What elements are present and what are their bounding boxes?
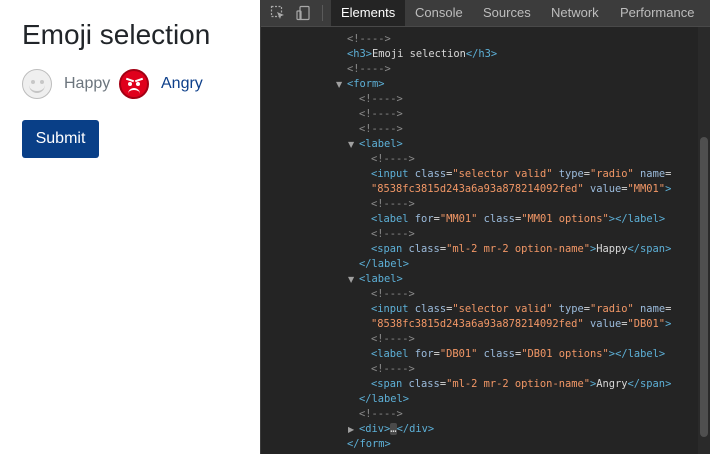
collapse-triangle-icon[interactable]: ▼ [348, 137, 354, 152]
scrollbar-thumb[interactable] [700, 137, 708, 437]
dom-line[interactable]: <!----> [371, 152, 415, 167]
page-content: Emoji selection Happy Angry Submit [0, 0, 260, 454]
dom-line[interactable]: <!----> [371, 287, 415, 302]
angry-face-icon[interactable] [119, 69, 149, 99]
tab-performance[interactable]: Performance [620, 0, 694, 26]
dom-line[interactable]: <span class="ml-2 mr-2 option-name">Angr… [371, 377, 671, 392]
dom-line[interactable]: <label> ▼ [348, 272, 403, 287]
dom-line[interactable]: "8538fc3815d243a6a93a878214092fed" value… [371, 317, 671, 332]
dom-line[interactable]: <!----> [347, 32, 391, 47]
tab-console[interactable]: Console [415, 0, 463, 26]
dom-line[interactable]: <!----> [347, 62, 391, 77]
option-name-happy: Happy [64, 75, 111, 92]
dom-line[interactable]: <form> ▼ [336, 77, 385, 92]
happy-face-icon[interactable] [22, 69, 52, 99]
page-heading: Emoji selection [22, 19, 211, 50]
dom-line[interactable]: <!----> [359, 92, 403, 107]
device-toolbar-icon[interactable] [296, 5, 312, 21]
tab-network[interactable]: Network [551, 0, 599, 26]
dom-line[interactable]: <label for="DB01" class="DB01 options"><… [371, 347, 665, 362]
dom-line[interactable]: <input class="selector valid" type="radi… [371, 302, 671, 317]
dom-line[interactable]: <!----> [371, 227, 415, 242]
tab-sources[interactable]: Sources [483, 0, 531, 26]
dom-line[interactable]: </label> [359, 257, 409, 272]
tab-elements[interactable]: Elements [331, 0, 406, 26]
option-angry[interactable]: Angry [119, 68, 211, 100]
dom-line[interactable]: <h3>Emoji selection</h3> [347, 47, 497, 62]
dom-line[interactable]: <!----> [359, 122, 403, 137]
dom-line[interactable]: <!----> [359, 407, 403, 422]
collapse-triangle-icon[interactable]: ▼ [336, 77, 342, 92]
dom-line[interactable]: <!----> [359, 107, 403, 122]
dom-line[interactable]: </form> [347, 437, 391, 452]
dom-line[interactable]: </label> [359, 392, 409, 407]
dom-line[interactable]: <!----> [371, 362, 415, 377]
dom-line[interactable]: <label> ▼ [348, 137, 403, 152]
option-happy[interactable]: Happy [22, 68, 118, 100]
devtools-panel: Elements Console Sources Network Perform… [260, 0, 710, 454]
submit-button[interactable]: Submit [22, 120, 99, 158]
dom-line[interactable]: <!----> [371, 197, 415, 212]
expand-triangle-icon[interactable]: ▶ [348, 422, 354, 437]
toolbar-divider [322, 5, 323, 21]
dom-line[interactable]: "8538fc3815d243a6a93a878214092fed" value… [371, 182, 671, 197]
collapse-triangle-icon[interactable]: ▼ [348, 272, 354, 287]
dom-line[interactable]: <div>…</div> ▶ [348, 422, 434, 437]
option-name-angry: Angry [161, 75, 203, 92]
dom-line[interactable]: <span class="ml-2 mr-2 option-name">Happ… [371, 242, 671, 257]
devtools-toolbar: Elements Console Sources Network Perform… [261, 0, 710, 27]
dom-tree[interactable]: <!----> <h3>Emoji selection</h3> <!---->… [261, 27, 699, 454]
dom-line[interactable]: <input class="selector valid" type="radi… [371, 167, 671, 182]
dom-line[interactable]: <!----> [371, 332, 415, 347]
inspect-element-icon[interactable] [270, 5, 286, 21]
dom-scrollbar[interactable] [698, 27, 710, 454]
dom-line[interactable]: <label for="MM01" class="MM01 options"><… [371, 212, 665, 227]
